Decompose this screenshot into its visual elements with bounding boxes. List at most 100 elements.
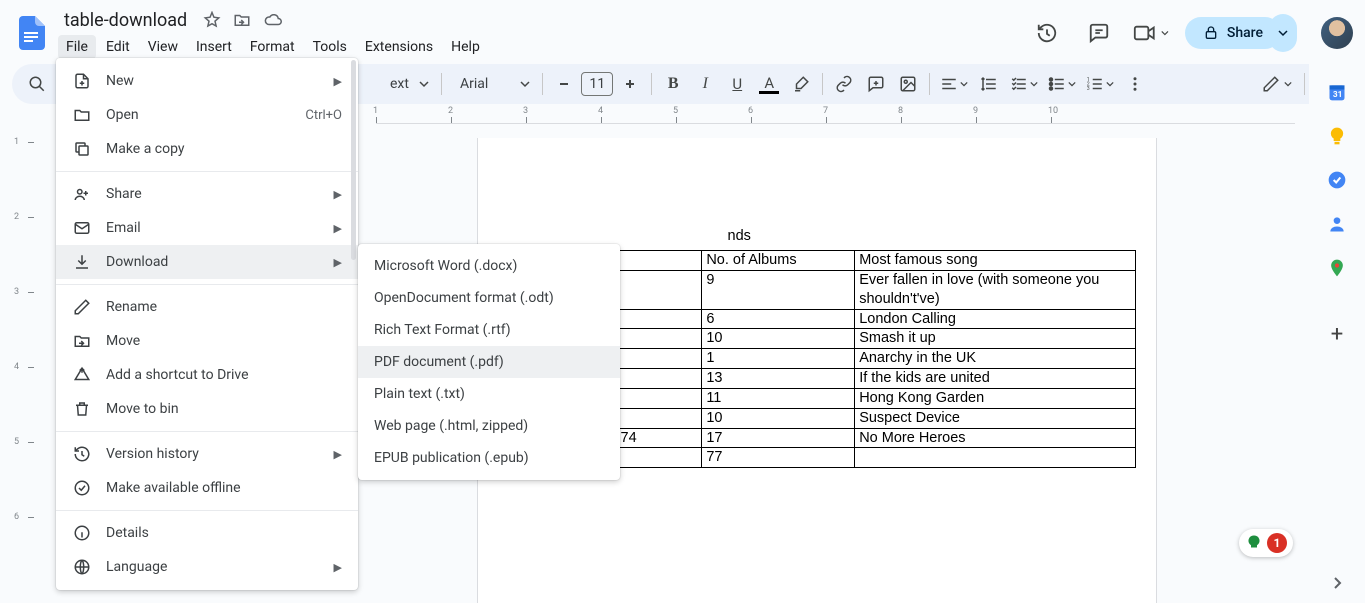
globe-icon [72, 557, 92, 577]
menu-details[interactable]: Details [56, 516, 358, 550]
docs-logo[interactable] [12, 13, 52, 53]
download-odt[interactable]: OpenDocument format (.odt) [358, 282, 620, 314]
download-docx[interactable]: Microsoft Word (.docx) [358, 250, 620, 282]
menu-new[interactable]: New ▶ [56, 64, 358, 98]
align-icon[interactable] [936, 69, 972, 99]
folder-icon [72, 105, 92, 125]
table-heading: nds [498, 228, 1136, 244]
download-epub[interactable]: EPUB publication (.epub) [358, 442, 620, 474]
menubar-tools[interactable]: Tools [305, 35, 355, 59]
menu-download[interactable]: Download ▶ [56, 245, 358, 279]
menubar-help[interactable]: Help [443, 35, 488, 59]
menu-make-offline[interactable]: Make available offline [56, 471, 358, 505]
cloud-icon[interactable] [263, 11, 283, 29]
menubar-insert[interactable]: Insert [188, 35, 240, 59]
download-icon [72, 252, 92, 272]
move-folder-icon [72, 331, 92, 351]
explore-icon [1245, 534, 1263, 552]
info-icon [72, 523, 92, 543]
svg-text:3: 3 [1087, 86, 1090, 92]
chevron-right-icon: ▶ [334, 222, 342, 235]
rename-icon [72, 297, 92, 317]
menu-email[interactable]: Email ▶ [56, 211, 358, 245]
keep-icon[interactable] [1327, 126, 1347, 146]
download-html[interactable]: Web page (.html, zipped) [358, 410, 620, 442]
numbered-list-icon[interactable]: 123 [1082, 69, 1118, 99]
notification-badge: 1 [1267, 533, 1287, 553]
chevron-right-icon: ▶ [334, 75, 342, 88]
document-title[interactable]: table-download [58, 8, 193, 33]
chevron-right-icon: ▶ [334, 188, 342, 201]
share-icon [72, 184, 92, 204]
line-spacing-icon[interactable] [974, 69, 1004, 99]
star-icon[interactable] [203, 11, 221, 29]
highlight-icon[interactable] [786, 69, 816, 99]
insert-link-icon[interactable] [829, 69, 859, 99]
increase-font-icon[interactable] [615, 69, 645, 99]
decrease-font-icon[interactable] [549, 69, 579, 99]
share-label: Share [1227, 25, 1263, 41]
file-menu: New ▶ Open Ctrl+O Make a copy Share ▶ Em… [56, 58, 358, 590]
menubar-format[interactable]: Format [242, 35, 303, 59]
side-panel: 31 + [1309, 64, 1365, 603]
title-area: table-download File Edit View Insert For… [58, 8, 1029, 59]
download-txt[interactable]: Plain text (.txt) [358, 378, 620, 410]
offline-icon [72, 478, 92, 498]
chevron-right-icon: ▶ [334, 448, 342, 461]
header-right: Share [1029, 14, 1353, 52]
move-icon[interactable] [233, 11, 251, 29]
collapse-side-panel-icon[interactable] [1329, 575, 1345, 591]
menubar-edit[interactable]: Edit [98, 35, 138, 59]
menu-move-to-bin[interactable]: Move to bin [56, 392, 358, 426]
italic-icon[interactable]: I [690, 69, 720, 99]
menu-language[interactable]: Language ▶ [56, 550, 358, 584]
share-dropdown[interactable] [1269, 14, 1297, 52]
menubar-extensions[interactable]: Extensions [357, 35, 441, 59]
checklist-icon[interactable] [1006, 69, 1042, 99]
font-label: Arial [454, 76, 494, 92]
menu-share[interactable]: Share ▶ [56, 177, 358, 211]
chevron-right-icon: ▶ [334, 256, 342, 269]
email-icon [72, 218, 92, 238]
menu-make-copy[interactable]: Make a copy [56, 132, 358, 166]
menu-rename[interactable]: Rename [56, 290, 358, 324]
underline-icon[interactable]: U [722, 69, 752, 99]
font-size-input[interactable]: 11 [581, 72, 613, 96]
font-dropdown[interactable]: Arial [448, 76, 536, 92]
add-addon-icon[interactable]: + [1331, 322, 1343, 347]
download-pdf[interactable]: PDF document (.pdf) [358, 346, 620, 378]
insert-image-icon[interactable] [893, 69, 923, 99]
editing-mode-icon[interactable] [1258, 69, 1296, 99]
menubar-file[interactable]: File [58, 35, 96, 59]
history-icon[interactable] [1029, 15, 1065, 51]
menubar-view[interactable]: View [140, 35, 186, 59]
chevron-right-icon: ▶ [334, 561, 342, 574]
new-file-icon [72, 71, 92, 91]
menu-add-shortcut[interactable]: Add a shortcut to Drive [56, 358, 358, 392]
menu-move[interactable]: Move [56, 324, 358, 358]
add-comment-icon[interactable] [861, 69, 891, 99]
download-rtf[interactable]: Rich Text Format (.rtf) [358, 314, 620, 346]
paragraph-style-dropdown[interactable]: ext [378, 76, 435, 92]
user-avatar[interactable] [1321, 17, 1353, 49]
meet-icon[interactable] [1133, 15, 1169, 51]
tasks-icon[interactable] [1327, 170, 1347, 190]
svg-text:31: 31 [1333, 90, 1343, 100]
copy-icon [72, 139, 92, 159]
contacts-icon[interactable] [1327, 214, 1347, 234]
drive-shortcut-icon [72, 365, 92, 385]
bold-icon[interactable]: B [658, 69, 688, 99]
share-button[interactable]: Share [1185, 17, 1281, 49]
bulleted-list-icon[interactable] [1044, 69, 1080, 99]
paragraph-style-label: ext [384, 76, 415, 92]
comments-icon[interactable] [1081, 15, 1117, 51]
maps-icon[interactable] [1327, 258, 1347, 278]
search-icon[interactable] [22, 69, 52, 99]
history-icon [72, 444, 92, 464]
more-icon[interactable] [1120, 69, 1150, 99]
text-color-icon[interactable]: A [754, 69, 784, 99]
explore-status-bubble[interactable]: 1 [1239, 529, 1293, 557]
menu-version-history[interactable]: Version history ▶ [56, 437, 358, 471]
menu-open[interactable]: Open Ctrl+O [56, 98, 358, 132]
calendar-icon[interactable]: 31 [1327, 82, 1347, 102]
